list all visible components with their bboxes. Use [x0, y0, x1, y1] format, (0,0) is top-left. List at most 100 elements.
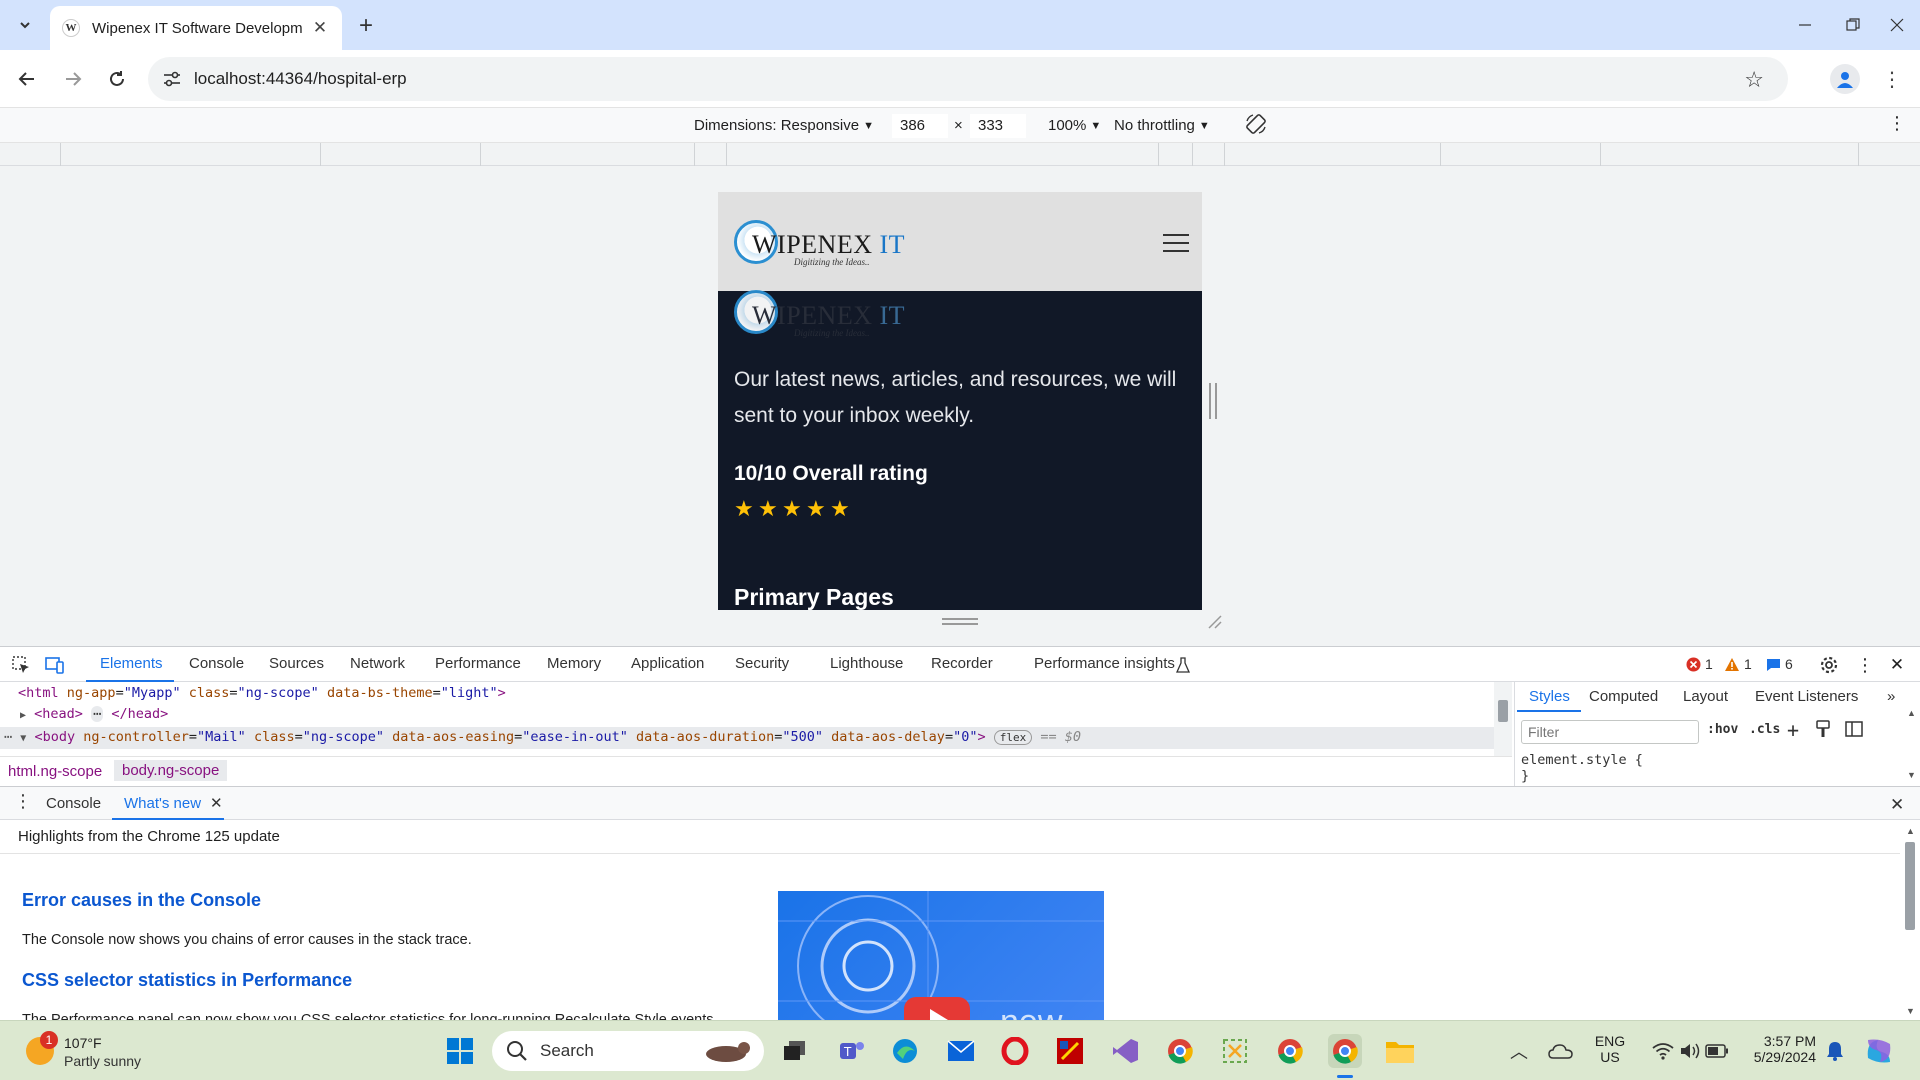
head-node[interactable]: ▶ <head> ⋯ </head> — [20, 706, 168, 722]
elements-scrollbar[interactable] — [1494, 682, 1512, 756]
clock[interactable]: 3:57 PM 5/29/2024 — [1736, 1033, 1816, 1065]
message-count[interactable]: 6 — [1766, 656, 1793, 672]
site-info-icon[interactable] — [162, 69, 182, 89]
copilot-icon[interactable] — [1862, 1034, 1896, 1068]
tab-layout[interactable]: Layout — [1683, 688, 1728, 705]
flex-badge[interactable]: flex — [993, 730, 1033, 745]
mail-icon[interactable] — [944, 1034, 978, 1068]
notification-bell-icon[interactable] — [1818, 1034, 1852, 1068]
feature-link-css-selector-stats[interactable]: CSS selector statistics in Performance — [22, 970, 352, 991]
minimize-button[interactable] — [1782, 8, 1828, 42]
more-tabs-icon[interactable]: » — [1887, 688, 1895, 705]
body-node[interactable]: ⋯ ▼ <body ng-controller="Mail" class="ng… — [4, 729, 1081, 745]
resize-handle-right[interactable] — [1209, 383, 1217, 419]
hamburger-menu-icon[interactable] — [1163, 234, 1189, 254]
bookmark-star-icon[interactable]: ☆ — [1744, 67, 1764, 93]
drawer-tab-whats-new[interactable]: What's new — [124, 795, 201, 812]
expand-arrow-icon[interactable]: ▶ — [20, 710, 26, 721]
inspect-element-icon[interactable] — [10, 655, 32, 675]
video-thumbnail[interactable]: new — [778, 891, 1104, 1020]
site-logo[interactable]: WIPENEX IT Digitizing the Ideas.. — [734, 220, 905, 268]
hov-button[interactable]: :hov — [1707, 722, 1738, 737]
close-tab-icon[interactable]: ✕ — [210, 794, 223, 812]
tab-performance-insights[interactable]: Performance insights — [1034, 655, 1175, 672]
element-style-rule[interactable]: element.style { — [1521, 752, 1643, 768]
reload-button[interactable] — [100, 62, 134, 96]
file-explorer-icon[interactable] — [1383, 1034, 1417, 1068]
back-button[interactable] — [10, 62, 44, 96]
snipping-tool-icon[interactable] — [1218, 1034, 1252, 1068]
restore-button[interactable] — [1830, 8, 1876, 42]
paint-brush-icon[interactable] — [1815, 720, 1831, 742]
browser-menu-icon[interactable]: ⋮ — [1880, 64, 1904, 94]
warning-count[interactable]: 1 — [1724, 656, 1752, 672]
tab-sources[interactable]: Sources — [269, 655, 324, 672]
edge-icon[interactable] — [888, 1034, 922, 1068]
browser-tab-active[interactable]: W Wipenex IT Software Developm ✕ — [50, 6, 342, 50]
close-window-button[interactable] — [1874, 8, 1920, 42]
opera-icon[interactable] — [998, 1034, 1032, 1068]
device-toggle-icon[interactable] — [44, 655, 66, 675]
html-node[interactable]: <html ng-app="Myapp" class="ng-scope" da… — [18, 685, 506, 701]
chevron-up-icon[interactable]: ︿ — [1502, 1034, 1536, 1068]
settings-gear-icon[interactable] — [1818, 655, 1840, 675]
width-input[interactable]: 386 — [892, 114, 948, 138]
tab-application[interactable]: Application — [631, 655, 704, 672]
dimensions-dropdown[interactable]: Dimensions: Responsive ▼ — [694, 117, 874, 134]
resize-corner-icon[interactable] — [1205, 612, 1223, 630]
chrome-icon[interactable] — [1273, 1034, 1307, 1068]
error-count[interactable]: 1 — [1686, 656, 1713, 672]
tab-network[interactable]: Network — [350, 655, 405, 672]
new-style-rule-icon[interactable]: + — [1787, 718, 1799, 742]
new-tab-button[interactable]: + — [352, 12, 380, 40]
tab-event-listeners[interactable]: Event Listeners — [1755, 688, 1858, 705]
cls-button[interactable]: .cls — [1749, 722, 1780, 737]
close-tab-icon[interactable]: ✕ — [310, 18, 330, 38]
media-query-ruler[interactable] — [0, 142, 1920, 167]
device-toolbar-menu-icon[interactable]: ⋮ — [1888, 113, 1906, 134]
address-bar[interactable]: localhost:44364/hospital-erp ☆ — [148, 57, 1788, 101]
chrome-icon[interactable] — [1163, 1034, 1197, 1068]
tab-styles[interactable]: Styles — [1529, 688, 1570, 705]
collapsed-dots[interactable]: ⋯ — [91, 706, 104, 722]
visual-studio-icon[interactable] — [1108, 1034, 1142, 1068]
teams-icon[interactable]: T — [835, 1034, 869, 1068]
drawer-tab-console[interactable]: Console — [46, 795, 101, 812]
url-text[interactable]: localhost:44364/hospital-erp — [194, 69, 407, 89]
tab-lighthouse[interactable]: Lighthouse — [830, 655, 903, 672]
rotate-button[interactable] — [1244, 112, 1268, 136]
tab-computed[interactable]: Computed — [1589, 688, 1658, 705]
resize-handle-bottom[interactable] — [942, 618, 978, 625]
zoom-dropdown[interactable]: 100% ▼ — [1048, 117, 1101, 134]
breadcrumb-body[interactable]: body.ng-scope — [114, 760, 228, 781]
taskbar-search[interactable]: Search — [492, 1031, 764, 1071]
windows-start-icon[interactable] — [443, 1034, 477, 1068]
throttling-dropdown[interactable]: No throttling ▼ — [1114, 117, 1210, 134]
tab-console[interactable]: Console — [189, 655, 244, 672]
weather-widget[interactable]: 1 107°F Partly sunny — [22, 1031, 182, 1071]
whats-new-scrollbar[interactable]: ▲ ▼ — [1900, 820, 1920, 1020]
language-indicator[interactable]: ENG US — [1590, 1033, 1630, 1065]
feature-link-error-causes[interactable]: Error causes in the Console — [22, 890, 261, 911]
breadcrumb-html[interactable]: html.ng-scope — [8, 763, 102, 780]
tab-performance[interactable]: Performance — [435, 655, 521, 672]
tab-security[interactable]: Security — [735, 655, 789, 672]
close-drawer-icon[interactable]: ✕ — [1890, 795, 1904, 815]
tab-search-button[interactable] — [8, 10, 42, 40]
toggle-sidebar-icon[interactable] — [1845, 720, 1863, 742]
styles-scrollbar[interactable]: ▲ ▼ — [1903, 682, 1920, 786]
close-devtools-icon[interactable]: ✕ — [1886, 655, 1908, 675]
chrome-active-icon[interactable] — [1328, 1034, 1362, 1068]
forward-button[interactable] — [56, 62, 90, 96]
devtools-menu-icon[interactable]: ⋮ — [1854, 655, 1876, 675]
battery-icon[interactable] — [1700, 1034, 1734, 1068]
onedrive-icon[interactable] — [1544, 1034, 1578, 1068]
styles-filter-input[interactable]: Filter — [1521, 720, 1699, 744]
task-view-icon[interactable] — [778, 1034, 812, 1068]
height-input[interactable]: 333 — [970, 114, 1026, 138]
profile-avatar[interactable] — [1830, 64, 1860, 94]
filezilla-icon[interactable] — [1053, 1034, 1087, 1068]
collapse-arrow-icon[interactable]: ▼ — [20, 733, 26, 744]
tab-memory[interactable]: Memory — [547, 655, 601, 672]
tab-recorder[interactable]: Recorder — [931, 655, 993, 672]
